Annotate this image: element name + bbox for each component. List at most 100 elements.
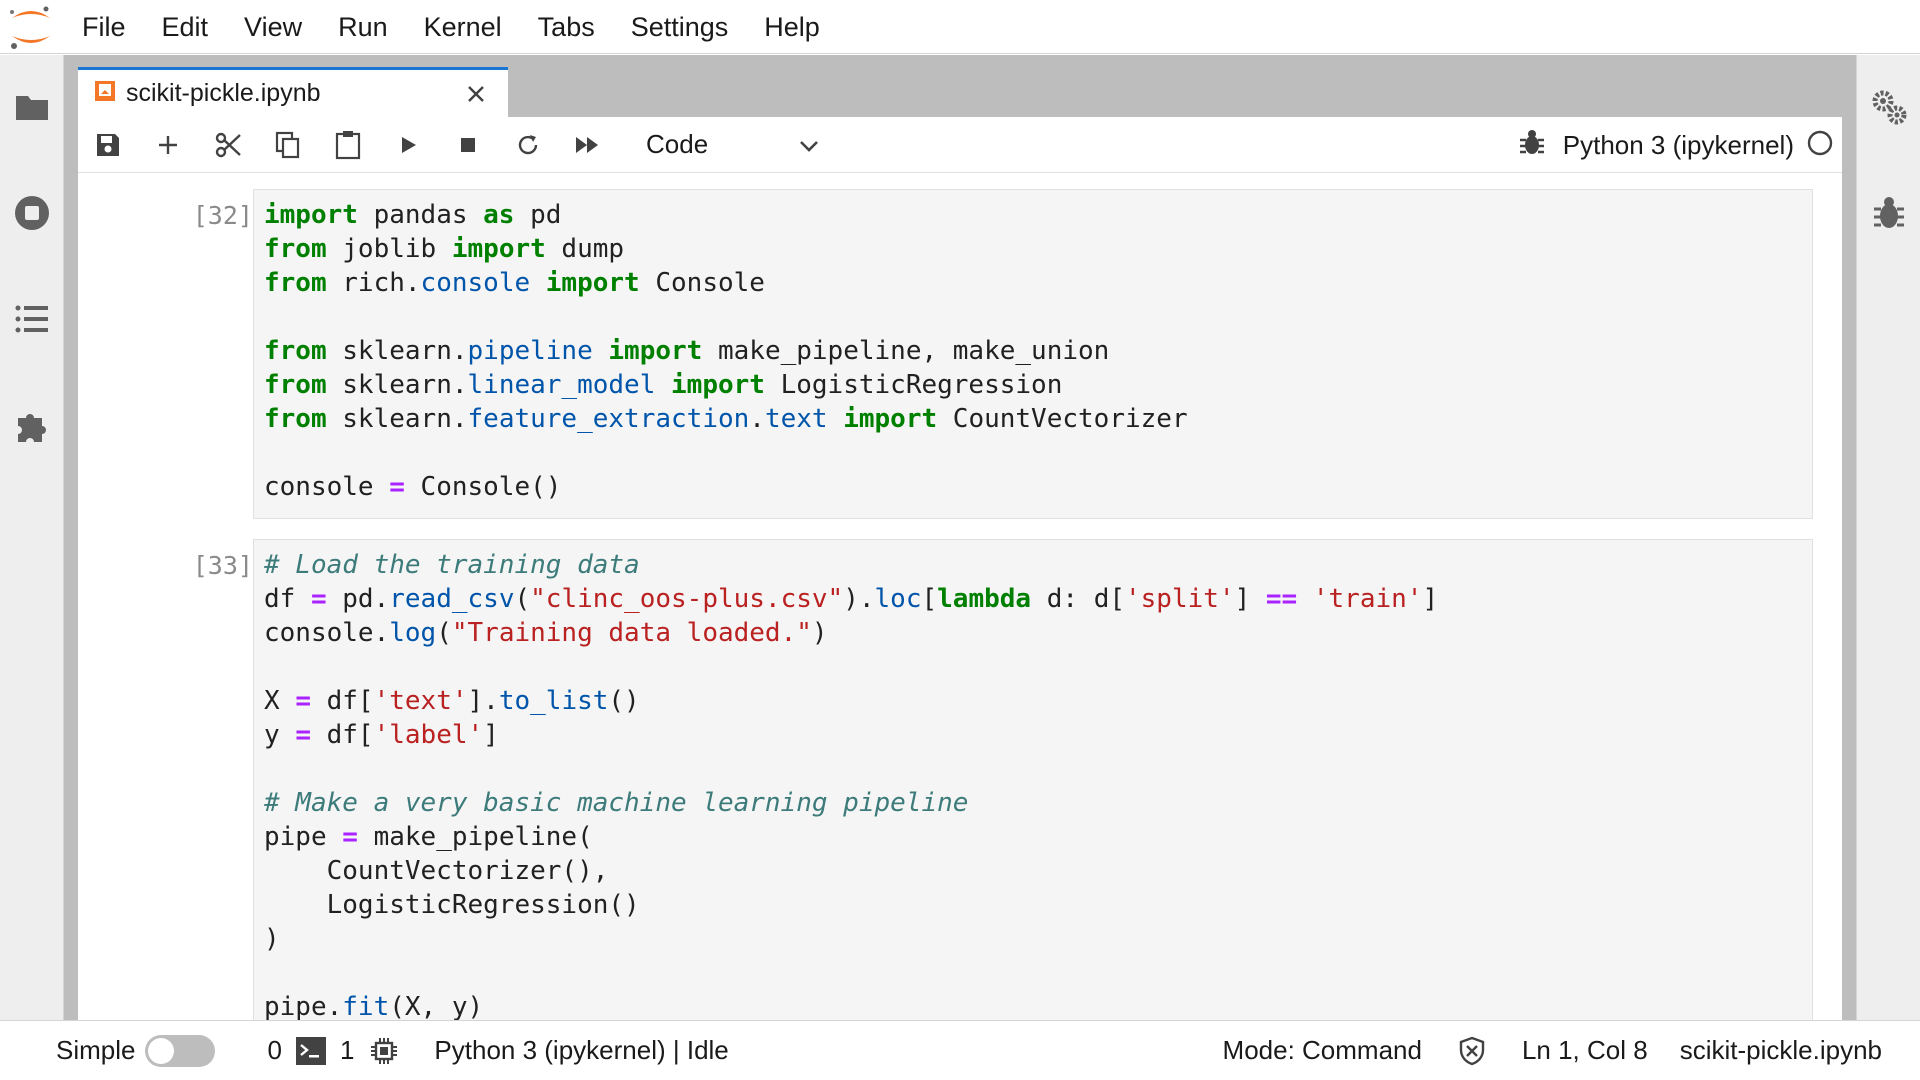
code-token-op: = bbox=[295, 686, 311, 716]
tab-notebook[interactable]: scikit-pickle.ipynb bbox=[78, 67, 508, 117]
code-token-cmt: # Load the training data bbox=[264, 550, 640, 580]
menu-run[interactable]: Run bbox=[320, 0, 406, 54]
code-token: console bbox=[264, 472, 390, 502]
code-token: df[ bbox=[310, 720, 374, 750]
cut-icon[interactable] bbox=[198, 117, 258, 173]
table-of-contents-icon[interactable] bbox=[10, 297, 54, 341]
simple-mode-toggle[interactable] bbox=[145, 1034, 216, 1067]
save-icon[interactable] bbox=[78, 117, 138, 173]
extensions-puzzle-icon[interactable] bbox=[10, 404, 54, 448]
property-inspector-gears-icon[interactable] bbox=[1867, 85, 1911, 129]
menu-file[interactable]: File bbox=[62, 0, 144, 54]
code-token: LogisticRegression bbox=[764, 370, 1063, 400]
code-token-kw: import bbox=[608, 336, 703, 366]
code-token-mod: read_csv bbox=[389, 584, 515, 614]
code-token: df[ bbox=[310, 686, 374, 716]
code-token-mod: loc bbox=[874, 584, 922, 614]
code-token: ( bbox=[514, 584, 531, 614]
notebook-mode: Mode: Command bbox=[1222, 1035, 1422, 1065]
simple-mode-label: Simple bbox=[56, 1035, 136, 1065]
kernel-count[interactable]: 1 bbox=[340, 1035, 354, 1066]
cursor-position[interactable]: Ln 1, Col 8 bbox=[1522, 1035, 1648, 1066]
menu-view[interactable]: View bbox=[226, 0, 320, 54]
code-token-op: = bbox=[389, 472, 405, 502]
trusted-shield-icon bbox=[1458, 1036, 1486, 1066]
kernel-status-text[interactable]: Python 3 (ipykernel) | Idle bbox=[434, 1035, 728, 1066]
running-kernels-icon[interactable] bbox=[10, 191, 54, 235]
code-content[interactable]: import pandas as pd from joblib import du… bbox=[264, 198, 1802, 504]
code-token: ) bbox=[264, 924, 280, 954]
folder-icon[interactable] bbox=[10, 85, 54, 129]
code-token-op: = bbox=[310, 584, 327, 614]
code-token-mod: fit bbox=[342, 992, 390, 1020]
code-token-cmt: # Make a very basic machine learning pip… bbox=[264, 788, 969, 818]
debugger-bug-icon[interactable] bbox=[1867, 191, 1911, 235]
code-token-str: 'text' bbox=[373, 686, 468, 716]
menu-settings[interactable]: Settings bbox=[613, 0, 747, 54]
status-bar: Simple 0 1 Python 3 (ipykernel) | Idle M… bbox=[0, 1020, 1920, 1080]
debugger-toggle-bug-icon[interactable] bbox=[1519, 129, 1545, 162]
code-token-op: = bbox=[342, 822, 358, 852]
cell-type-value: Code bbox=[646, 129, 709, 159]
code-token-op: == bbox=[1265, 584, 1298, 614]
code-token-kw: import bbox=[264, 200, 358, 230]
copy-icon[interactable] bbox=[258, 117, 318, 173]
code-token: sklearn. bbox=[326, 336, 468, 366]
code-token: pd bbox=[514, 200, 562, 230]
menu-help[interactable]: Help bbox=[746, 0, 838, 54]
status-filename: scikit-pickle.ipynb bbox=[1679, 1035, 1882, 1065]
code-editor[interactable]: import pandas as pd from joblib import du… bbox=[253, 189, 1813, 519]
code-token-kw: from bbox=[264, 268, 327, 298]
menu-tabs[interactable]: Tabs bbox=[520, 0, 613, 54]
jupyter-logo-icon[interactable] bbox=[0, 0, 62, 54]
code-token: ]. bbox=[467, 686, 499, 716]
code-line: df = pd.read_csv("clinc_oos-plus.csv").l… bbox=[264, 582, 1802, 616]
restart-run-all-icon[interactable] bbox=[558, 117, 618, 173]
code-token: Console bbox=[639, 268, 765, 298]
notebook-panel: Code Python 3 (ipykernel) [32]: import p… bbox=[78, 117, 1842, 1020]
code-token-kw: as bbox=[483, 200, 515, 230]
code-token-kw: from bbox=[264, 370, 327, 400]
code-token-mod: to_list bbox=[498, 686, 609, 716]
code-line: X = df['text'].to_list() bbox=[264, 684, 1802, 718]
code-token: (X, y) bbox=[389, 992, 484, 1020]
code-token-kw: import bbox=[843, 404, 938, 434]
terminal-count[interactable]: 0 bbox=[267, 1035, 281, 1066]
kernel-name-button[interactable]: Python 3 (ipykernel) bbox=[1563, 130, 1794, 161]
code-editor[interactable]: # Load the training data df = pd.read_csv… bbox=[253, 539, 1813, 1020]
code-token: ] bbox=[1234, 584, 1266, 614]
kernel-area: Python 3 (ipykernel) bbox=[1519, 117, 1842, 173]
cell-type-dropdown[interactable]: Code bbox=[638, 125, 828, 165]
code-token: () bbox=[608, 686, 640, 716]
code-line: LogisticRegression() bbox=[264, 888, 1802, 922]
paste-icon[interactable] bbox=[318, 117, 378, 173]
code-line: # Load the training data bbox=[264, 548, 1802, 582]
menu-edit[interactable]: Edit bbox=[144, 0, 227, 54]
code-line: console = Console() bbox=[264, 470, 1802, 504]
interrupt-kernel-icon[interactable] bbox=[438, 117, 498, 173]
menu-kernel[interactable]: Kernel bbox=[406, 0, 520, 54]
restart-kernel-icon[interactable] bbox=[498, 117, 558, 173]
code-token: df bbox=[264, 584, 311, 614]
code-content[interactable]: # Load the training data df = pd.read_csv… bbox=[264, 548, 1802, 1020]
code-token-mod: linear_model bbox=[467, 370, 656, 400]
close-icon[interactable] bbox=[456, 74, 496, 114]
code-line: pipe.fit(X, y) bbox=[264, 990, 1802, 1020]
code-token: LogisticRegression() bbox=[264, 890, 640, 920]
code-token-mod: log bbox=[389, 618, 437, 648]
code-token: pipe. bbox=[264, 992, 343, 1020]
code-line: ) bbox=[264, 922, 1802, 956]
code-line: from sklearn.feature_extraction.text imp… bbox=[264, 402, 1802, 436]
add-cell-icon[interactable] bbox=[138, 117, 198, 173]
run-cell-icon[interactable] bbox=[378, 117, 438, 173]
code-line: y = df['label'] bbox=[264, 718, 1802, 752]
code-token-kw: from bbox=[264, 234, 327, 264]
code-token-str: 'train' bbox=[1312, 584, 1423, 614]
